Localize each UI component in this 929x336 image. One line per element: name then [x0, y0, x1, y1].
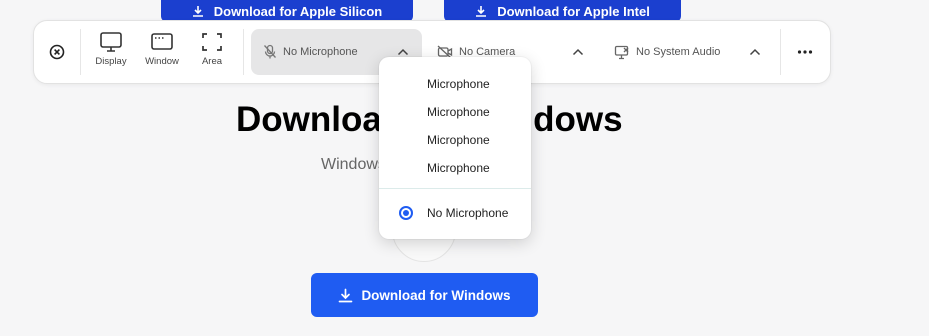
camera-chevron-up-icon[interactable] [571, 45, 585, 59]
crop-area-icon [202, 33, 222, 51]
more-options-button[interactable] [795, 42, 815, 62]
toolbar-divider [243, 29, 244, 75]
capture-mode-label: Display [95, 56, 127, 67]
microphone-option[interactable]: Microphone [427, 133, 490, 147]
download-windows-label: Download for Windows [361, 287, 511, 303]
download-apple-silicon-label: Download for Apple Silicon [213, 3, 383, 19]
more-dots-icon [797, 50, 813, 54]
download-icon [476, 6, 487, 17]
toolbar-divider [780, 29, 781, 75]
speaker-off-icon [614, 45, 630, 60]
system-audio-select-label: No System Audio [636, 46, 721, 58]
page-subtitle: Windows [321, 156, 386, 173]
close-circle-icon [49, 44, 65, 60]
microphone-option[interactable]: Microphone [427, 161, 490, 175]
capture-mode-label: Area [201, 56, 223, 67]
capture-mode-display[interactable]: Display [88, 31, 134, 75]
no-microphone-label: No Microphone [427, 206, 509, 220]
close-toolbar-button[interactable] [47, 42, 67, 62]
system-audio-chevron-up-icon[interactable] [748, 45, 762, 59]
download-apple-intel-label: Download for Apple Intel [497, 3, 650, 19]
window-icon [151, 33, 173, 50]
download-icon [339, 288, 353, 302]
download-apple-intel-button[interactable]: Download for Apple Intel [444, 0, 681, 22]
no-microphone-option[interactable]: No Microphone [399, 206, 508, 220]
microphone-option[interactable]: Microphone [427, 105, 490, 119]
download-windows-button[interactable]: Download for Windows [311, 273, 538, 317]
dropdown-divider [379, 188, 531, 189]
toolbar-divider [80, 29, 81, 75]
microphone-option[interactable]: Microphone [427, 77, 490, 91]
microphone-dropdown: Microphone Microphone Microphone Microph… [379, 57, 531, 239]
radio-selected-icon [399, 206, 413, 220]
mic-off-icon [263, 44, 277, 60]
capture-mode-label: Window [145, 56, 179, 67]
monitor-icon [100, 32, 122, 52]
download-icon [192, 6, 203, 17]
capture-mode-area[interactable]: Area [189, 31, 235, 75]
capture-mode-window[interactable]: Window [139, 31, 185, 75]
download-apple-silicon-button[interactable]: Download for Apple Silicon [161, 0, 413, 22]
microphone-select-label: No Microphone [283, 46, 358, 58]
